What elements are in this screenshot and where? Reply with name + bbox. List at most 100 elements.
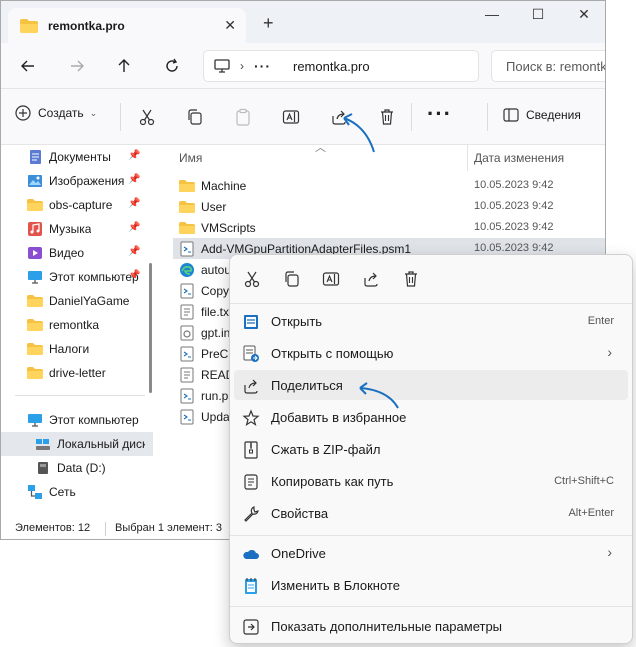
tree-item-local-disk[interactable]: Локальный диск (C:) (1, 432, 153, 456)
tab-close-button[interactable]: ✕ (224, 17, 236, 34)
notepad-icon (245, 578, 257, 594)
sidebar-item-music[interactable]: Музыка 📌 (1, 217, 153, 241)
wrench-icon (244, 506, 259, 522)
ctx-item-label: Показать дополнительные параметры (271, 619, 503, 634)
divider (120, 103, 121, 131)
up-button[interactable] (111, 53, 137, 79)
rename-icon (322, 272, 340, 286)
details-label: Сведения (526, 108, 581, 122)
sidebar-scrollbar[interactable] (149, 263, 152, 393)
divider (230, 535, 632, 536)
sidebar-item-remontka[interactable]: remontka (1, 313, 153, 337)
file-name: Machine (201, 179, 247, 193)
ctx-item-label: Изменить в Блокноте (271, 578, 400, 593)
documents-icon (30, 150, 41, 164)
details-button[interactable]: Сведения (503, 108, 581, 122)
file-row[interactable]: User 10.05.2023 9:42 (173, 196, 605, 217)
command-bar: Создать ⌄ ··· Сведения (1, 89, 605, 145)
ctx-delete-button[interactable] (401, 269, 421, 289)
forward-button[interactable] (64, 53, 90, 79)
ctx-item-add-favorite[interactable]: Добавить в избранное (234, 402, 628, 432)
ctx-share-button[interactable] (361, 269, 381, 289)
close-window-button[interactable]: ✕ (569, 6, 599, 28)
column-header-date[interactable]: Дата изменения (474, 151, 564, 165)
sidebar-item-taxes[interactable]: Налоги (1, 337, 153, 361)
address-overflow-button[interactable]: ··· (254, 58, 271, 74)
trash-icon (405, 271, 417, 287)
share-icon (332, 110, 346, 125)
more-options-button[interactable]: ··· (427, 101, 452, 127)
sidebar-item-documents[interactable]: Документы 📌 (1, 145, 153, 169)
ctx-cut-button[interactable] (242, 269, 262, 289)
sidebar-item-label: Налоги (49, 342, 90, 356)
back-button[interactable] (15, 53, 41, 79)
column-header-name[interactable]: Имя (179, 151, 202, 165)
copy-button[interactable] (185, 107, 205, 127)
tree-item-network[interactable]: Сеть (1, 480, 153, 504)
share-button[interactable] (329, 107, 349, 127)
file-name: file.txt (201, 305, 233, 319)
create-button[interactable]: Создать ⌄ (15, 105, 97, 121)
monitor-icon (214, 59, 230, 73)
star-icon (242, 409, 260, 426)
file-row[interactable]: Machine 10.05.2023 9:42 (173, 175, 605, 196)
ctx-rename-button[interactable] (321, 269, 341, 289)
file-name: User (201, 200, 227, 214)
refresh-button[interactable] (159, 53, 185, 79)
sidebar-item-pictures[interactable]: Изображения 📌 (1, 169, 153, 193)
address-bar[interactable]: › ··· remontka.pro (203, 50, 479, 82)
ctx-item-open[interactable]: Открыть Enter (234, 306, 628, 336)
ctx-item-share[interactable]: Поделиться (234, 370, 628, 400)
address-location[interactable]: remontka.pro (293, 59, 370, 74)
sidebar-item-label: Документы (49, 150, 111, 164)
ctx-item-properties[interactable]: Свойства Alt+Enter (234, 498, 628, 528)
file-date: 10.05.2023 9:42 (474, 179, 554, 191)
sidebar-item-label: Видео (49, 246, 85, 260)
maximize-button[interactable]: ☐ (523, 6, 553, 28)
pin-icon: 📌 (128, 198, 141, 209)
new-tab-button[interactable]: + (263, 13, 274, 34)
tab-strip: remontka.pro ✕ + — ☐ ✕ (1, 1, 605, 43)
context-menu-quick-actions (230, 255, 632, 301)
tree-item-this-pc[interactable]: Этот компьютер (1, 408, 153, 432)
ctx-item-zip[interactable]: Сжать в ZIP-файл (234, 434, 628, 464)
tab-remontka[interactable]: remontka.pro ✕ (8, 8, 246, 43)
delete-button[interactable] (377, 107, 397, 127)
rename-button[interactable] (281, 107, 301, 127)
selection-info: Выбран 1 элемент: 3 (115, 522, 223, 534)
sidebar-item-danielyagame[interactable]: DanielYaGame (1, 289, 153, 313)
rename-icon (282, 110, 300, 124)
sidebar-item-obs-capture[interactable]: obs-capture 📌 (1, 193, 153, 217)
ctx-copy-button[interactable] (282, 269, 302, 289)
text-file-icon (180, 367, 194, 383)
ctx-item-copy-path[interactable]: Копировать как путь Ctrl+Shift+C (234, 466, 628, 496)
script-icon (180, 346, 194, 362)
network-icon (28, 485, 42, 499)
ctx-item-open-with[interactable]: Открыть с помощью › (234, 338, 628, 368)
column-divider[interactable] (467, 145, 468, 171)
folder-icon (179, 222, 195, 234)
cut-button[interactable] (137, 107, 157, 127)
local-drive-icon (36, 439, 50, 450)
sidebar-item-this-pc[interactable]: Этот компьютер 📌 (1, 265, 153, 289)
search-input[interactable]: Поиск в: remontka.pro (491, 50, 605, 82)
sidebar-item-video[interactable]: Видео 📌 (1, 241, 153, 265)
script-icon (180, 283, 194, 299)
text-file-icon (180, 304, 194, 320)
chevron-down-icon: ⌄ (89, 107, 98, 118)
ctx-item-label: Открыть (271, 314, 323, 329)
tab-title: remontka.pro (48, 18, 125, 33)
ctx-item-more-options[interactable]: Показать дополнительные параметры (234, 611, 628, 641)
folder-icon (27, 295, 43, 307)
ctx-item-label: Поделиться (271, 378, 343, 393)
sidebar-item-label: DanielYaGame (49, 294, 130, 308)
ctx-item-onedrive[interactable]: OneDrive › (234, 538, 628, 568)
folder-icon (27, 319, 43, 331)
sidebar-item-drive-letter[interactable]: drive-letter (1, 361, 153, 385)
file-row[interactable]: VMScripts 10.05.2023 9:42 (173, 217, 605, 238)
ctx-item-edit-notepad[interactable]: Изменить в Блокноте (234, 570, 628, 600)
pin-icon: 📌 (128, 270, 141, 281)
paste-button[interactable] (233, 107, 253, 127)
minimize-button[interactable]: — (477, 6, 507, 28)
tree-item-data-drive[interactable]: Data (D:) (1, 456, 153, 480)
